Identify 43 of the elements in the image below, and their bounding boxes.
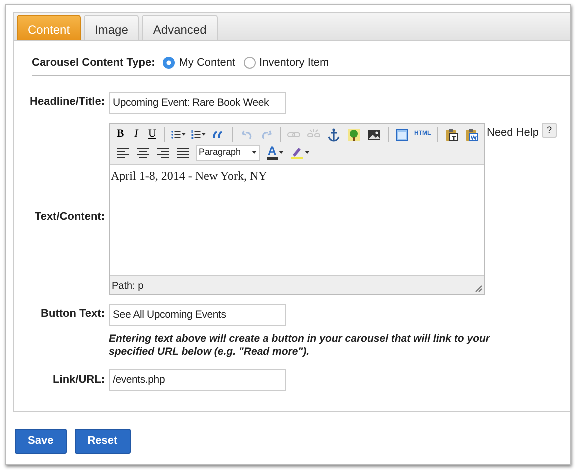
help-button[interactable]: ? — [542, 122, 557, 138]
radio-button[interactable] — [163, 57, 176, 70]
caret-icon[interactable] — [252, 150, 257, 154]
align-left-icon[interactable] — [116, 146, 130, 160]
field-label: Text/Content: — [34, 210, 105, 224]
radio-label: My Content — [179, 56, 236, 71]
caret-icon[interactable] — [182, 132, 186, 136]
align-right-icon[interactable] — [156, 146, 170, 160]
field-label: Link/URL: — [52, 372, 105, 388]
tab[interactable]: Image — [84, 15, 140, 40]
image-icon[interactable] — [367, 128, 382, 142]
anchor-icon[interactable] — [327, 128, 342, 142]
caret-icon[interactable] — [278, 150, 284, 154]
hint-text: Entering text above will create a button in your carousel that will link to your specified URL below (e.g. "Read more"). — [109, 332, 492, 360]
path-text: Path: p — [112, 280, 144, 292]
format-button[interactable]: B — [113, 126, 128, 142]
field-label: Carousel Content Type: — [32, 56, 156, 71]
radio-button[interactable] — [244, 57, 256, 70]
text-input[interactable]: Upcoming Event: Rare Book Week — [109, 92, 286, 114]
help-label: Need Help — [487, 126, 539, 140]
radio-label: Inventory Item — [260, 56, 330, 71]
paste-icon[interactable] — [464, 128, 478, 142]
field-label: Button Text: — [40, 307, 105, 322]
text-input[interactable]: See All Upcoming Events — [109, 304, 286, 326]
highlight-icon[interactable] — [290, 146, 304, 160]
tree-image-icon[interactable] — [347, 128, 362, 142]
document-icon[interactable] — [395, 128, 410, 142]
numbered-list-icon[interactable] — [191, 128, 202, 142]
form-button[interactable]: Reset — [74, 429, 131, 454]
caret-icon[interactable] — [304, 150, 310, 154]
format-button[interactable]: I — [129, 126, 144, 142]
paste-icon[interactable] — [444, 128, 458, 142]
resize-grip-icon[interactable] — [475, 284, 483, 292]
justify-icon[interactable] — [176, 146, 190, 160]
format-button[interactable]: U — [145, 126, 160, 142]
text-input[interactable]: /events.php — [109, 368, 286, 391]
caret-icon[interactable] — [202, 132, 206, 136]
tab[interactable]: Advanced — [142, 15, 218, 40]
font-color-button[interactable]: A — [267, 146, 278, 160]
align-center-icon[interactable] — [136, 146, 150, 160]
field-label: Headline/Title: — [29, 95, 105, 110]
format-dropdown[interactable]: Paragraph — [196, 144, 260, 160]
form-button[interactable]: Save — [15, 429, 67, 454]
